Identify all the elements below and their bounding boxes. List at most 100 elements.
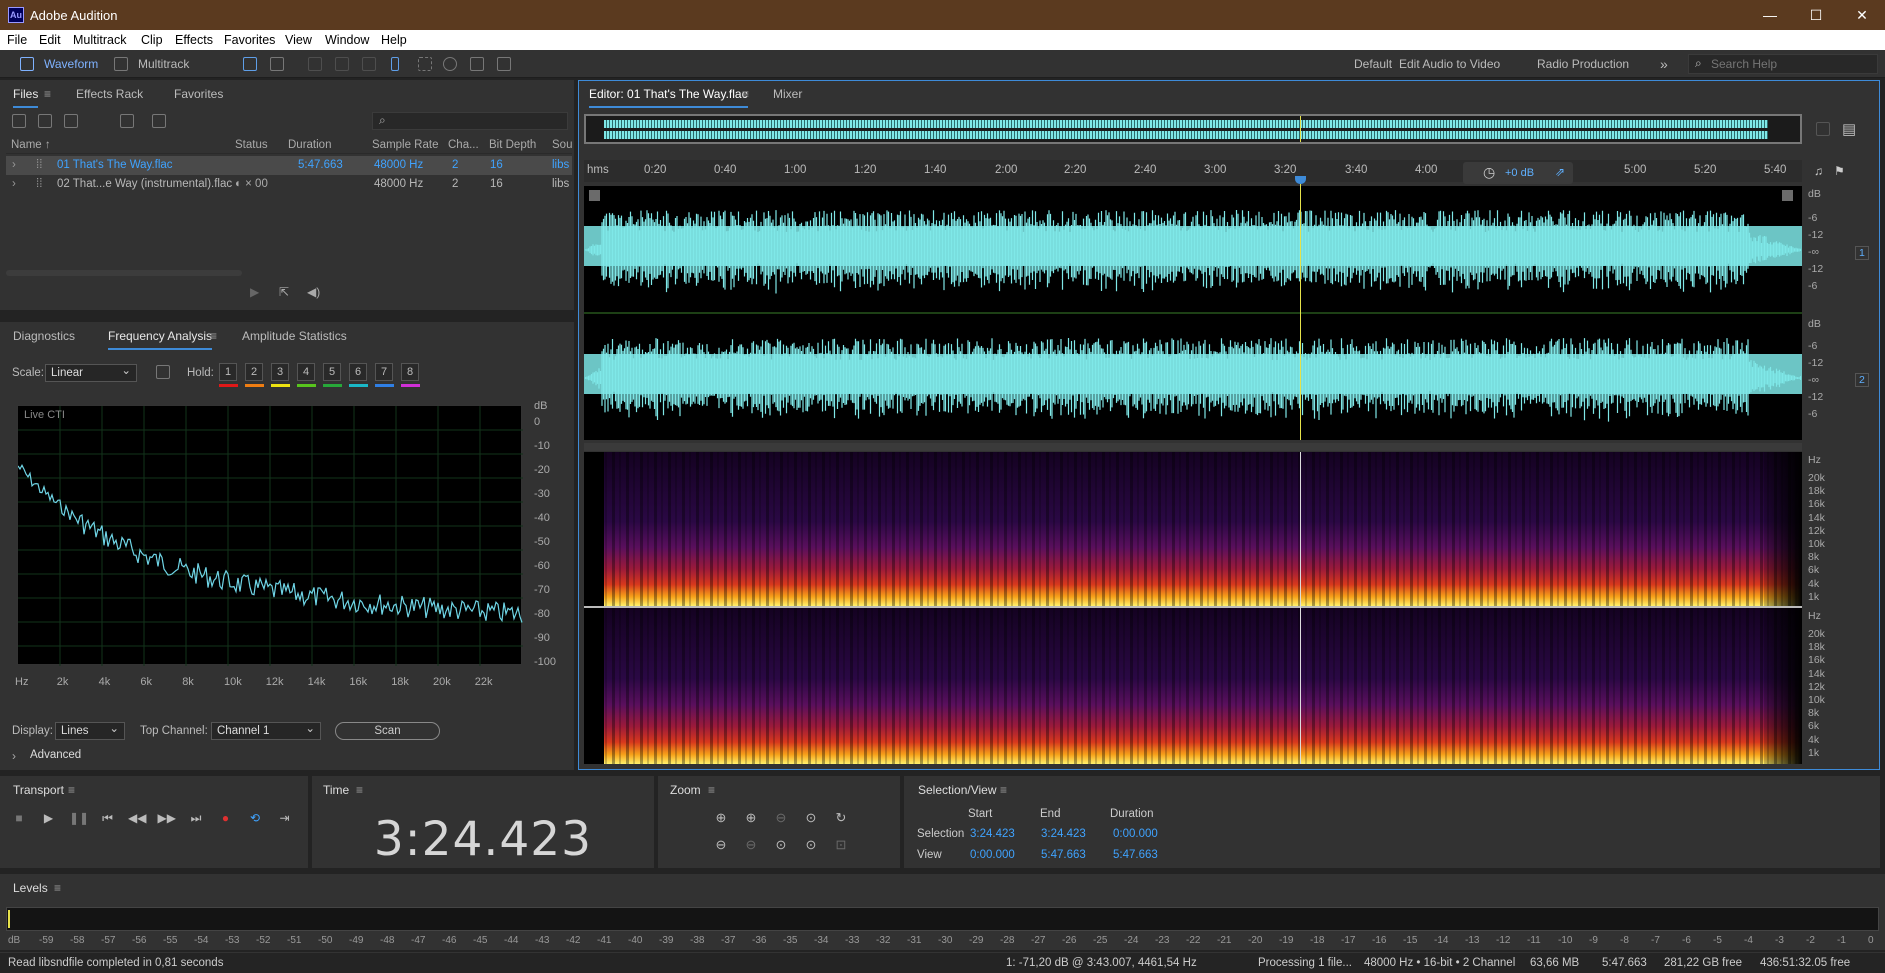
slip-tool-icon[interactable] <box>362 57 376 71</box>
pin-hud-icon[interactable]: ⇗ <box>1555 165 1565 179</box>
workspace-default[interactable]: Default <box>1354 54 1392 74</box>
go-to-end-button[interactable]: ⏭ <box>187 811 205 827</box>
waveform-view-icon[interactable] <box>243 57 257 71</box>
scale-select[interactable]: Linear <box>45 363 137 382</box>
headphone-icon[interactable]: ♫ <box>1814 164 1823 178</box>
menu-file[interactable]: File <box>7 33 27 47</box>
scan-button[interactable]: Scan <box>335 722 440 740</box>
go-to-start-button[interactable]: ⏮ <box>99 811 117 827</box>
expand-chevron-icon[interactable]: › <box>12 749 16 763</box>
spot-healing-tool-icon[interactable] <box>497 57 511 71</box>
selection-start[interactable]: 3:24.423 <box>970 828 1015 840</box>
zoom-out-time-icon[interactable]: ⊖ <box>742 837 760 853</box>
selection-duration[interactable]: 0:00.000 <box>1113 828 1158 840</box>
zoom-to-selection-icon[interactable]: ⊙ <box>802 810 820 826</box>
display-select[interactable]: Lines <box>55 721 125 740</box>
menu-favorites[interactable]: Favorites <box>224 33 275 47</box>
editor-menu-icon[interactable]: ▤ <box>1842 120 1856 138</box>
hold-button-3[interactable]: 3 <box>271 363 289 381</box>
hold-button-6[interactable]: 6 <box>349 363 367 381</box>
spectral-display[interactable] <box>584 452 1802 764</box>
column-status[interactable]: Status <box>235 139 268 151</box>
column-duration[interactable]: Duration <box>288 139 331 151</box>
hold-button-7[interactable]: 7 <box>375 363 393 381</box>
panel-menu-icon[interactable]: ≡ <box>708 783 715 797</box>
search-help-input[interactable] <box>1711 57 1871 71</box>
hud-volume-value[interactable]: +0 dB <box>1505 167 1534 179</box>
view-divider[interactable] <box>584 443 1802 451</box>
search-help-box[interactable]: ⌕ <box>1688 54 1878 74</box>
hold-button-2[interactable]: 2 <box>245 363 263 381</box>
overview-navigator[interactable] <box>584 114 1802 144</box>
fade-out-handle-icon[interactable] <box>1782 190 1793 201</box>
loop-preview-icon[interactable]: ⇱ <box>279 285 289 299</box>
tab-diagnostics[interactable]: Diagnostics <box>13 329 75 343</box>
play-button[interactable]: ▶ <box>40 811 58 827</box>
zoom-to-selection-icon[interactable] <box>1816 122 1830 136</box>
marker-icon[interactable]: ⚑ <box>1834 164 1845 178</box>
waveform-button[interactable]: Waveform <box>44 54 98 74</box>
panel-menu-icon[interactable]: ≡ <box>210 329 217 343</box>
view-duration[interactable]: 5:47.663 <box>1113 849 1158 861</box>
multitrack-button[interactable]: Multitrack <box>138 54 189 74</box>
frequency-graph[interactable]: Live CTI <box>17 405 523 666</box>
close-file-icon[interactable] <box>152 114 166 128</box>
zoom-full-icon[interactable]: ⊡ <box>832 837 850 853</box>
expand-chevron-icon[interactable]: › <box>12 159 16 171</box>
hold-button-4[interactable]: 4 <box>297 363 315 381</box>
volume-knob-icon[interactable]: ◷ <box>1483 164 1495 181</box>
level-meter[interactable] <box>6 907 1879 931</box>
selection-end[interactable]: 3:24.423 <box>1041 828 1086 840</box>
advanced-section[interactable]: Advanced <box>30 749 81 761</box>
new-file-icon[interactable] <box>64 114 78 128</box>
marquee-tool-icon[interactable] <box>418 57 432 71</box>
tab-editor[interactable]: Editor: 01 That's The Way.flac <box>589 87 748 108</box>
rewind-button[interactable]: ◀◀ <box>128 811 146 827</box>
view-end[interactable]: 5:47.663 <box>1041 849 1086 861</box>
panel-menu-icon[interactable]: ≡ <box>742 87 749 101</box>
menu-edit[interactable]: Edit <box>39 33 61 47</box>
import-file-icon[interactable] <box>38 114 52 128</box>
record-button[interactable]: ● <box>217 811 235 827</box>
menu-view[interactable]: View <box>285 33 312 47</box>
zoom-in-time-icon[interactable]: ⊕ <box>742 810 760 826</box>
fade-in-handle-icon[interactable] <box>589 190 600 201</box>
snapshot-icon[interactable] <box>156 365 170 379</box>
menu-clip[interactable]: Clip <box>141 33 163 47</box>
panel-menu-icon[interactable]: ≡ <box>44 87 51 101</box>
autoplay-icon[interactable]: ◀) <box>307 285 320 299</box>
maximize-button[interactable]: ☐ <box>1793 0 1839 30</box>
file-row[interactable]: › ⁞⁞ 01 That's The Way.flac 5:47.663 480… <box>6 156 572 175</box>
file-row[interactable]: › ⁞⁞ 02 That...e Way (instrumental).flac… <box>6 175 572 194</box>
loop-playback-button[interactable]: ⟲ <box>246 811 264 827</box>
expand-chevron-icon[interactable]: › <box>12 178 16 190</box>
spectral-view-icon[interactable] <box>270 57 284 71</box>
menu-multitrack[interactable]: Multitrack <box>73 33 126 47</box>
channel-1-badge[interactable]: 1 <box>1855 246 1869 260</box>
tab-frequency-analysis[interactable]: Frequency Analysis <box>108 329 213 350</box>
channel-2-badge[interactable]: 2 <box>1855 373 1869 387</box>
column-channels[interactable]: Cha... <box>448 139 479 151</box>
play-preview-icon[interactable]: ▶ <box>250 285 259 299</box>
hold-button-1[interactable]: 1 <box>219 363 237 381</box>
zoom-reset-icon[interactable]: ↻ <box>832 810 850 826</box>
tab-amplitude-statistics[interactable]: Amplitude Statistics <box>242 329 347 343</box>
tab-files[interactable]: Files <box>13 87 39 108</box>
view-start[interactable]: 0:00.000 <box>970 849 1015 861</box>
workspace-edit-audio-to-video[interactable]: Edit Audio to Video <box>1399 54 1500 74</box>
pause-button[interactable]: ❚❚ <box>69 811 89 827</box>
tab-favorites[interactable]: Favorites <box>174 87 223 101</box>
time-selection-tool-icon[interactable] <box>391 57 399 71</box>
workspace-radio-production[interactable]: Radio Production <box>1537 54 1629 74</box>
razor-tool-icon[interactable] <box>335 57 349 71</box>
zoom-in-right-icon[interactable]: ⊙ <box>802 837 820 853</box>
menu-effects[interactable]: Effects <box>175 33 213 47</box>
time-ruler[interactable] <box>584 160 1802 182</box>
tab-effects-rack[interactable]: Effects Rack <box>76 87 143 101</box>
brush-tool-icon[interactable] <box>470 57 484 71</box>
insert-into-multitrack-icon[interactable] <box>120 114 134 128</box>
zoom-in-amplitude-icon[interactable]: ⊕ <box>712 810 730 826</box>
column-name[interactable]: Name ↑ <box>11 139 51 151</box>
open-file-icon[interactable] <box>12 114 26 128</box>
current-time-display[interactable]: 3:24.423 <box>312 812 654 867</box>
